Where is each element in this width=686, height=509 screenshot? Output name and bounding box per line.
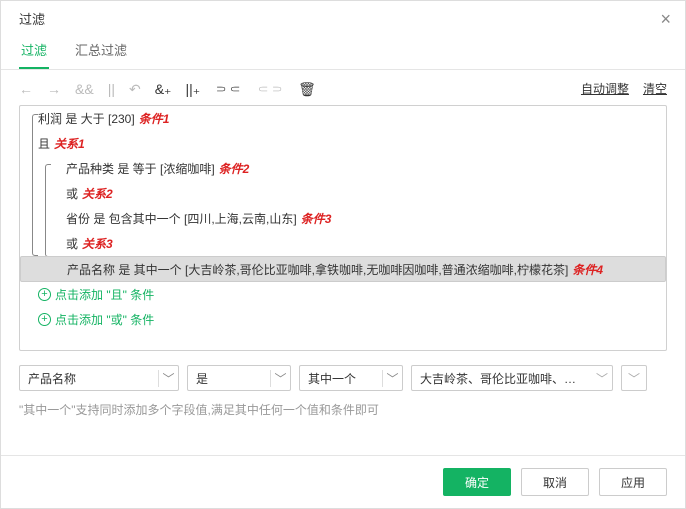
auto-adjust-link[interactable]: 自动调整 [581,80,629,97]
condition-panel: 利润 是 大于 [230] 条件1 且 关系1 产品种类 是 等于 [浓缩咖啡]… [19,105,667,351]
more-button[interactable]: ﹀ [621,365,647,391]
toolbar-right: 自动调整 清空 [581,80,667,97]
condition-row-selected[interactable]: 产品名称 是 其中一个 [大吉岭茶,哥伦比亚咖啡,拿铁咖啡,无咖啡因咖啡,普通浓… [20,256,666,282]
and-icon[interactable]: && [75,82,94,96]
filter-dialog: 过滤 × 过滤 汇总过滤 ← → && || ↶ &₊ ||₊ ⸧⸦ ⸦⸧ 🗑 … [0,0,686,509]
apply-button[interactable]: 应用 [599,468,667,496]
chevron-down-icon[interactable]: ﹀ [270,370,290,387]
annotation: 关系2 [82,185,113,202]
cond-text: 产品名称 是 其中一个 [大吉岭茶,哥伦比亚咖啡,拿铁咖啡,无咖啡因咖啡,普通浓… [67,261,568,278]
annotation: 关系3 [82,235,113,252]
toolbar: ← → && || ↶ &₊ ||₊ ⸧⸦ ⸦⸧ 🗑 自动调整 清空 [1,70,685,105]
chevron-down-icon[interactable]: ﹀ [158,370,178,387]
chevron-down-icon[interactable]: ﹀ [382,370,402,387]
relation-row[interactable]: 且 关系1 [20,131,666,156]
ungroup-icon[interactable]: ⸦⸧ [256,82,284,96]
cancel-button[interactable]: 取消 [521,468,589,496]
add-and-icon[interactable]: &₊ [155,82,172,96]
cond-text: 产品种类 是 等于 [浓缩咖啡] [66,160,215,177]
trash-icon[interactable]: 🗑 [298,82,316,96]
dialog-title: 过滤 [19,9,45,28]
add-or-icon[interactable]: ||₊ [185,82,200,96]
plus-icon: + [38,313,51,326]
ok-button[interactable]: 确定 [443,468,511,496]
relation-row[interactable]: 或 关系3 [20,231,666,256]
add-and-label: 点击添加 "且" 条件 [55,286,154,303]
close-icon[interactable]: × [660,10,671,28]
verb-select[interactable]: 是 ﹀ [187,365,291,391]
annotation: 条件3 [301,210,332,227]
annotation: 关系1 [54,135,85,152]
tab-summary[interactable]: 汇总过滤 [73,32,129,69]
relation-row[interactable]: 或 关系2 [20,181,666,206]
condition-row[interactable]: 利润 是 大于 [230] 条件1 [20,106,666,131]
or-icon[interactable]: || [108,82,115,96]
form-row: 产品名称 ﹀ 是 ﹀ 其中一个 ﹀ 大吉岭茶、哥伦比亚咖啡、拿铁 ﹀ ﹀ [1,351,685,397]
rel-text: 或 [66,235,78,252]
plus-icon: + [38,288,51,301]
rel-text: 或 [66,185,78,202]
condition-row[interactable]: 产品种类 是 等于 [浓缩咖啡] 条件2 [20,156,666,181]
titlebar: 过滤 × [1,1,685,32]
field-select[interactable]: 产品名称 ﹀ [19,365,179,391]
cond-text: 利润 是 大于 [230] [38,110,135,127]
value-select[interactable]: 大吉岭茶、哥伦比亚咖啡、拿铁 ﹀ [411,365,613,391]
annotation: 条件4 [572,261,603,278]
clear-link[interactable]: 清空 [643,80,667,97]
add-or-row[interactable]: + 点击添加 "或" 条件 [20,307,666,332]
annotation: 条件2 [219,160,250,177]
group-icon[interactable]: ⸧⸦ [214,82,242,96]
chevron-down-icon: ﹀ [622,370,646,387]
value-text: 大吉岭茶、哥伦比亚咖啡、拿铁 [412,370,592,387]
toolbar-left: ← → && || ↶ &₊ ||₊ ⸧⸦ ⸦⸧ 🗑 [19,82,316,96]
condition-row[interactable]: 省份 是 包含其中一个 [四川,上海,云南,山东] 条件3 [20,206,666,231]
hint-text: "其中一个"支持同时添加多个字段值,满足其中任何一个值和条件即可 [1,397,685,428]
cond-text: 省份 是 包含其中一个 [四川,上海,云南,山东] [66,210,297,227]
verb-value: 是 [188,370,270,387]
undo-icon[interactable]: ↶ [129,82,141,96]
tabs: 过滤 汇总过滤 [1,32,685,70]
arrow-left-icon[interactable]: ← [19,82,33,96]
field-value: 产品名称 [20,370,158,387]
add-or-label: 点击添加 "或" 条件 [55,311,154,328]
annotation: 条件1 [139,110,170,127]
arrow-right-icon[interactable]: → [47,82,61,96]
chevron-down-icon[interactable]: ﹀ [592,370,612,387]
op-select[interactable]: 其中一个 ﹀ [299,365,403,391]
tab-filter[interactable]: 过滤 [19,32,49,69]
rel-text: 且 [38,135,50,152]
op-value: 其中一个 [300,370,382,387]
add-and-row[interactable]: + 点击添加 "且" 条件 [20,282,666,307]
footer: 确定 取消 应用 [1,455,685,508]
